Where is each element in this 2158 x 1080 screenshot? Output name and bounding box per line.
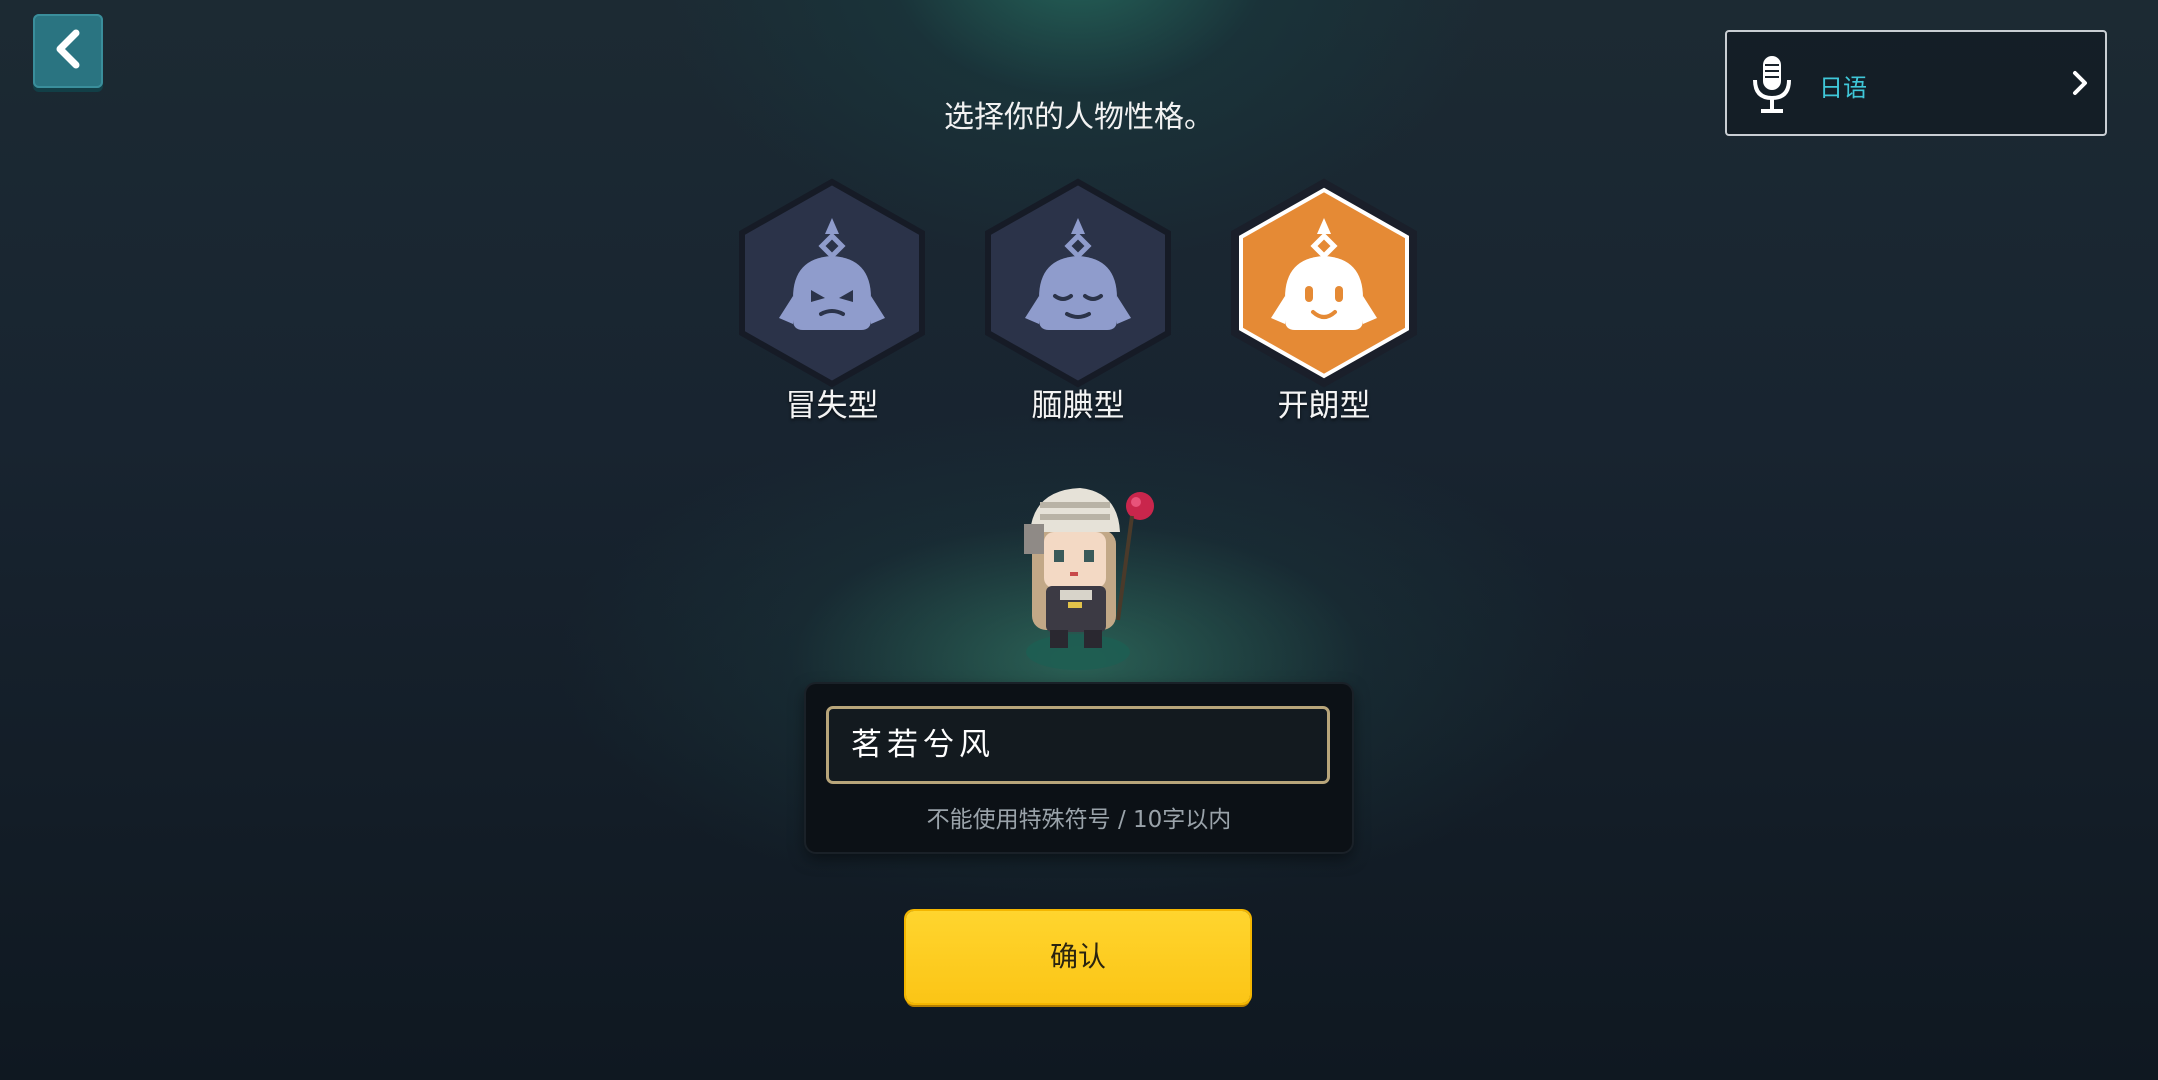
persona-option-cheerful[interactable]: 开朗型	[1224, 178, 1424, 425]
persona-option-brash[interactable]: 冒失型	[732, 178, 932, 425]
persona-shy-icon	[978, 178, 1178, 388]
persona-cheerful-icon	[1224, 178, 1424, 388]
character-sprite	[1010, 480, 1170, 684]
character-name-input[interactable]: 茗若兮风	[826, 706, 1330, 784]
confirm-button[interactable]: 确认	[906, 911, 1250, 1003]
back-button[interactable]	[33, 14, 103, 88]
name-entry-panel: 茗若兮风 不能使用特殊符号 / 10字以内	[806, 684, 1352, 852]
persona-shy-label: 腼腆型	[1031, 388, 1125, 424]
persona-option-shy[interactable]: 腼腆型	[978, 178, 1178, 425]
persona-brash-icon	[732, 178, 932, 388]
page-title: 选择你的人物性格。	[944, 100, 1214, 135]
name-rule-hint: 不能使用特殊符号 / 10字以内	[926, 807, 1232, 833]
chevron-left-icon	[48, 27, 88, 75]
persona-brash-label: 冒失型	[785, 388, 879, 424]
persona-cheerful-label: 开朗型	[1277, 388, 1371, 424]
